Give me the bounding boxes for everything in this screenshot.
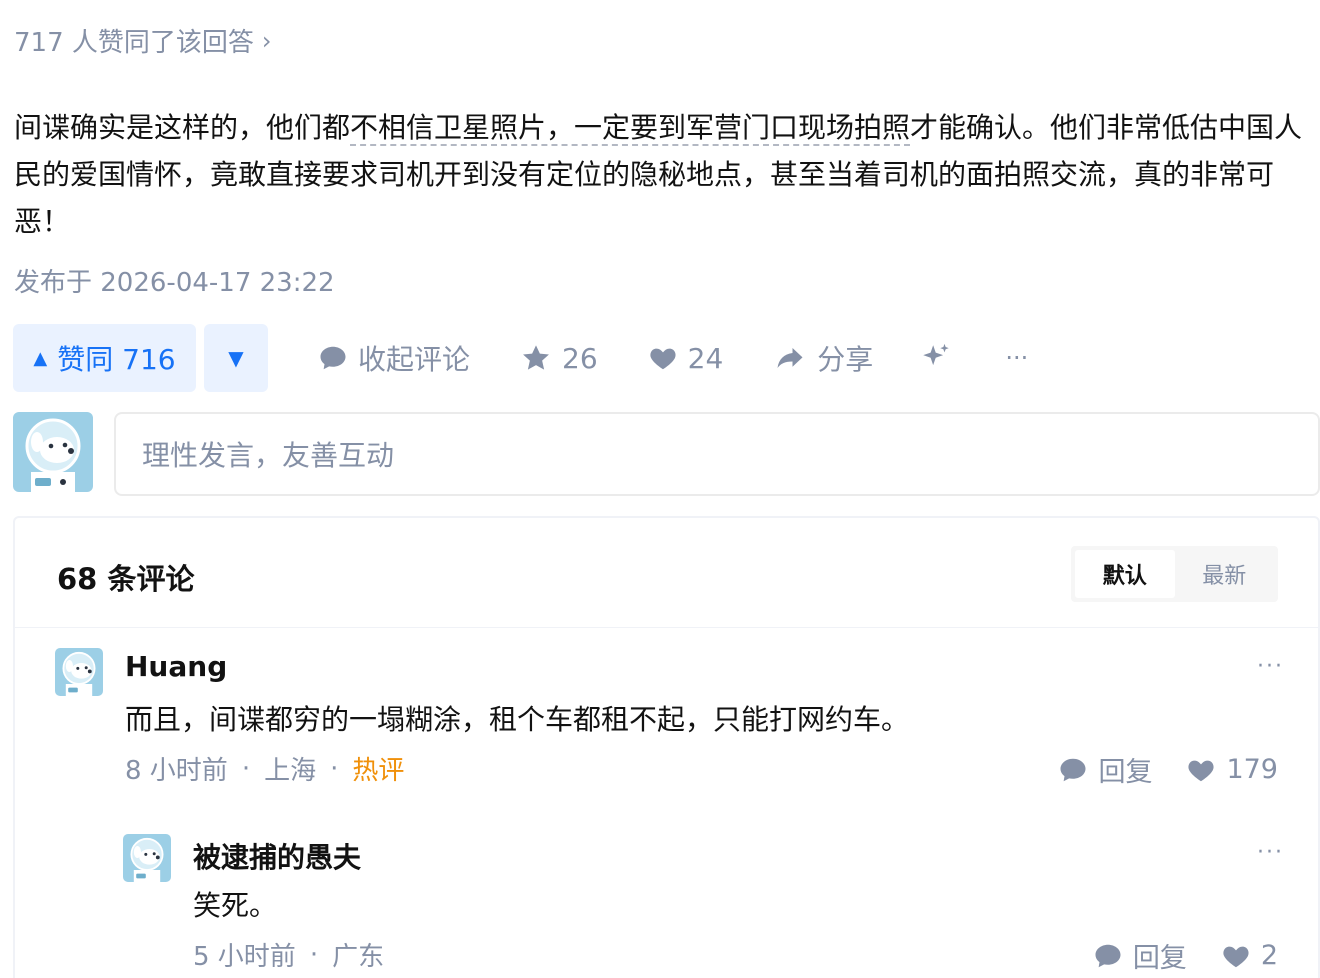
comment-author-avatar[interactable] [55,648,103,696]
ai-sparkle-button[interactable] [919,341,953,375]
like-button[interactable]: 24 [648,341,724,375]
chevron-right-icon: › [261,26,272,55]
reply-button[interactable]: 回复 [1093,936,1187,975]
comment-input-placeholder: 理性发言，友善互动 [142,439,395,472]
downvote-button[interactable]: ▼ [204,324,268,392]
upvote-summary-text: 717 人赞同了该回答 [14,28,254,58]
upvote-summary-link[interactable]: 717 人赞同了该回答 › [14,22,272,59]
triangle-down-icon: ▼ [228,346,244,370]
comment-item: Huang ··· 而且，间谍都穷的一塌糊涂，租个车都租不起，只能打网约车。 8… [15,628,1318,814]
reply-label: 回复 [1132,943,1187,974]
toggle-comments-label: 收起评论 [358,343,471,376]
comment-reply-item: 被逮捕的愚夫 ··· 笑死。 5 小时前 · 广东 回复 2 [15,814,1318,978]
comments-sort-toggle: 默认 最新 [1071,546,1278,602]
like-count: 24 [687,341,724,375]
astronaut-dog-avatar-icon [123,834,171,882]
answer-content: 间谍确实是这样的，他们都不相信卫星照片，一定要到军营门口现场拍照才能确认。他们非… [14,104,1314,245]
comment-bubble-icon [1060,758,1086,781]
meta-separator: · [309,939,319,970]
comment-text: 笑死。 [193,889,278,922]
reply-label: 回复 [1098,757,1153,788]
comment-more-button[interactable]: ··· [1257,654,1284,679]
comment-bubble-icon [1095,944,1121,967]
comment-like-button[interactable]: 179 [1186,754,1278,785]
user-avatar[interactable] [13,412,93,492]
sort-latest-tab[interactable]: 最新 [1175,550,1275,598]
comments-header: 68 条评论 默认 最新 [15,518,1318,628]
comment-author-avatar[interactable] [123,834,171,882]
comment-actions: 回复 179 [1058,750,1278,789]
upvote-button[interactable]: ▲ 赞同 716 [13,324,196,392]
sparkle-icon [923,343,950,366]
hot-comment-badge: 热评 [352,756,405,786]
meta-separator: · [330,753,339,784]
upvote-label: 赞同 716 [57,343,176,376]
answer-action-bar: ▲ 赞同 716 ▼ 收起评论 26 24 分享 ··· [13,324,1028,392]
comment-input[interactable]: 理性发言，友善互动 [114,412,1320,496]
comment-bubble-icon [320,346,346,370]
comment-time: 5 小时前 [193,942,296,972]
comment-like-count: 179 [1226,754,1278,785]
toggle-comments-button[interactable]: 收起评论 [318,338,470,378]
comment-location: 上海 [264,756,317,786]
favorite-button[interactable]: 26 [520,342,598,375]
comment-time: 8 小时前 [125,756,228,786]
answer-text-part1: 间谍确实是这样的，他们都 [14,111,351,144]
reply-button[interactable]: 回复 [1058,750,1152,789]
heart-icon [650,348,676,370]
comment-actions: 回复 2 [1093,936,1278,975]
publish-time: 发布于 2026-04-17 23:22 [14,268,335,298]
astronaut-dog-avatar-icon [55,648,103,696]
comments-count: 68 条评论 [57,562,195,596]
sort-default-tab[interactable]: 默认 [1075,550,1175,598]
more-label: ··· [1005,344,1029,372]
star-icon [523,345,549,370]
share-button[interactable]: 分享 [773,338,873,378]
comments-panel: 68 条评论 默认 最新 Huang ··· 而且，间谍都穷的一塌糊涂，租个车都… [13,516,1320,978]
meta-separator: · [241,753,251,784]
comment-composer: 理性发言，友善互动 [13,412,1320,496]
share-label: 分享 [817,343,874,376]
comment-location: 广东 [332,942,385,972]
triangle-up-icon: ▲ [33,347,48,369]
astronaut-dog-avatar-icon [13,412,93,492]
comment-more-button[interactable]: ··· [1257,840,1284,865]
comment-meta: 5 小时前 · 广东 [193,936,384,973]
comment-author-name[interactable]: Huang [125,650,227,683]
more-actions-button[interactable]: ··· [1005,344,1028,372]
heart-icon [1223,946,1249,967]
comment-author-name[interactable]: 被逮捕的愚夫 [193,836,361,876]
comment-like-count: 2 [1260,940,1278,971]
favorite-count: 26 [562,341,598,375]
heart-icon [1188,760,1215,781]
comment-meta: 8 小时前 · 上海 · 热评 [125,750,404,787]
comment-like-button[interactable]: 2 [1221,940,1278,971]
share-arrow-icon [777,348,803,368]
answer-text-highlight[interactable]: 不相信卫星照片，一定要到军营门口现场拍照 [350,111,911,146]
comment-text: 而且，间谍都穷的一塌糊涂，租个车都租不起，只能打网约车。 [125,703,910,736]
